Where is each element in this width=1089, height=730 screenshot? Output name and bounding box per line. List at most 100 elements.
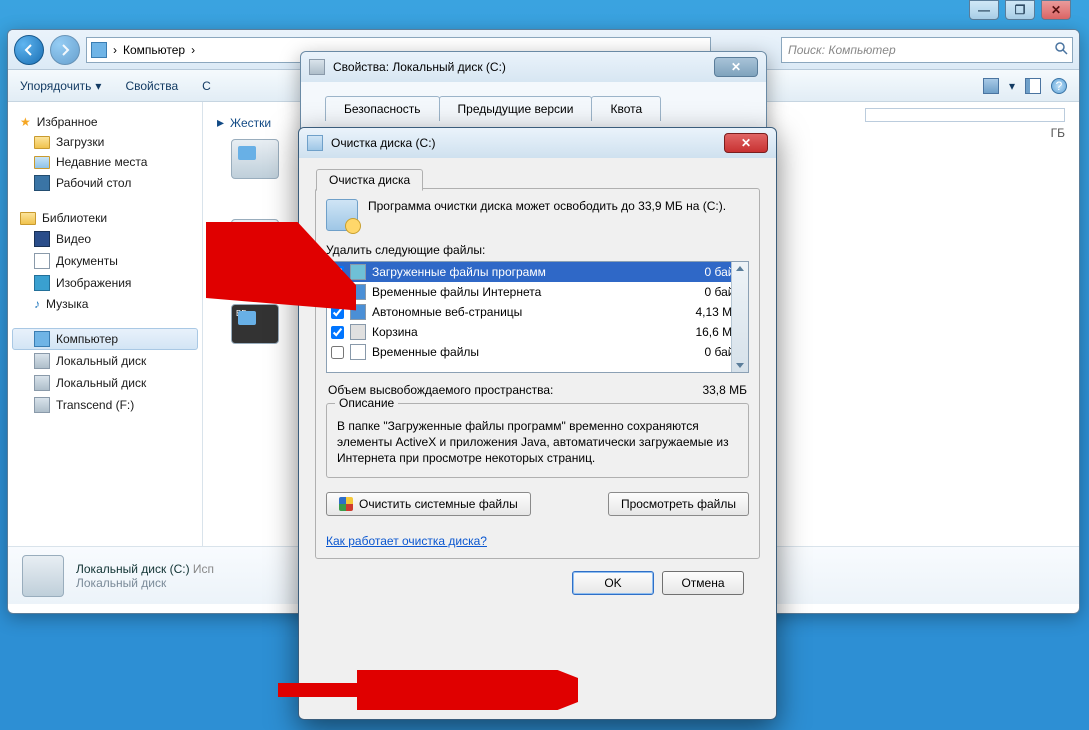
- close-button[interactable]: ✕: [714, 57, 758, 77]
- globe-icon: [350, 304, 366, 320]
- forward-button[interactable]: [50, 35, 80, 65]
- star-icon: ★: [20, 115, 31, 129]
- close-button[interactable]: ✕: [724, 133, 768, 153]
- video-icon: [34, 231, 50, 247]
- sidebar-item-pictures[interactable]: Изображения: [12, 272, 198, 294]
- description-legend: Описание: [335, 396, 398, 410]
- footer-suffix: Исп: [193, 562, 214, 576]
- drive-icon: [231, 219, 279, 259]
- total-value: 33,8 МБ: [702, 383, 747, 397]
- globe-icon: [350, 284, 366, 300]
- capacity-label: ГБ: [1051, 126, 1065, 140]
- shield-icon: [339, 497, 353, 511]
- window-controls: — ❐ ✕: [969, 0, 1071, 20]
- computer-icon: [91, 42, 107, 58]
- tab-security[interactable]: Безопасность: [325, 96, 440, 121]
- drive-icon: [34, 397, 50, 413]
- sidebar-item-local-disk[interactable]: Локальный диск: [12, 372, 198, 394]
- folder-icon: [34, 136, 50, 149]
- chevron-down-icon: ▾: [95, 79, 101, 93]
- total-label: Объем высвобождаемого пространства:: [328, 383, 553, 397]
- cleanup-title: Очистка диска (C:): [331, 136, 436, 150]
- properties-title: Свойства: Локальный диск (C:): [333, 60, 506, 74]
- sidebar-item-recent[interactable]: Недавние места: [12, 152, 198, 172]
- file-icon: [350, 344, 366, 360]
- sidebar-item-desktop[interactable]: Рабочий стол: [12, 172, 198, 194]
- sidebar-item-transcend[interactable]: Transcend (F:): [12, 394, 198, 416]
- drive-icon: [22, 555, 64, 597]
- files-list: Загруженные файлы программ 0 байт Времен…: [326, 261, 749, 373]
- help-link[interactable]: Как работает очистка диска?: [326, 534, 487, 548]
- file-checkbox[interactable]: [331, 286, 344, 299]
- file-row[interactable]: Временные файлы 0 байт: [327, 342, 748, 362]
- desktop-icon: [34, 175, 50, 191]
- bd-drive-icon: BD: [231, 304, 279, 344]
- breadcrumb-sep: ›: [191, 43, 195, 57]
- pictures-icon: [34, 275, 50, 291]
- file-checkbox[interactable]: [331, 346, 344, 359]
- file-name: Автономные веб-страницы: [372, 305, 668, 319]
- sidebar-item-video[interactable]: Видео: [12, 228, 198, 250]
- recycle-bin-icon: [350, 324, 366, 340]
- search-input[interactable]: Поиск: Компьютер: [781, 37, 1073, 63]
- folder-icon: [350, 264, 366, 280]
- properties-window: Свойства: Локальный диск (C:) ✕ Безопасн…: [300, 51, 767, 136]
- footer-subtitle: Локальный диск: [76, 576, 214, 590]
- file-name: Временные файлы Интернета: [372, 285, 668, 299]
- description-box: Описание В папке "Загруженные файлы прог…: [326, 403, 749, 478]
- file-name: Корзина: [372, 325, 668, 339]
- ok-button[interactable]: OK: [572, 571, 654, 595]
- maximize-button[interactable]: ❐: [1005, 0, 1035, 20]
- libraries-icon: [20, 212, 36, 225]
- disk-cleanup-window: Очистка диска (C:) ✕ Очистка диска Прогр…: [298, 127, 777, 720]
- file-row[interactable]: Автономные веб-страницы 4,13 МБ: [327, 302, 748, 322]
- cleanup-info-text: Программа очистки диска может освободить…: [368, 199, 726, 231]
- search-placeholder: Поиск: Компьютер: [788, 43, 896, 57]
- minimize-button[interactable]: —: [969, 0, 999, 20]
- properties-button[interactable]: Свойства: [125, 79, 178, 93]
- drive-icon: [309, 59, 325, 75]
- tab-previous-versions[interactable]: Предыдущие версии: [439, 96, 593, 121]
- preview-pane-icon[interactable]: [1025, 78, 1041, 94]
- file-checkbox[interactable]: [331, 326, 344, 339]
- sidebar-item-music[interactable]: ♪Музыка: [12, 294, 198, 314]
- sidebar-libraries[interactable]: Библиотеки: [12, 208, 198, 228]
- cleanup-icon: [326, 199, 358, 231]
- file-name: Загруженные файлы программ: [372, 265, 668, 279]
- file-row[interactable]: Корзина 16,6 МБ: [327, 322, 748, 342]
- view-files-button[interactable]: Просмотреть файлы: [608, 492, 749, 516]
- back-button[interactable]: [14, 35, 44, 65]
- breadcrumb-sep: ›: [113, 43, 117, 57]
- file-checkbox[interactable]: [331, 266, 344, 279]
- description-text: В папке "Загруженные файлы программ" вре…: [337, 418, 738, 467]
- sidebar-item-local-disk[interactable]: Локальный диск: [12, 350, 198, 372]
- cancel-button[interactable]: Отмена: [662, 571, 744, 595]
- organize-menu[interactable]: Упорядочить ▾: [20, 79, 101, 93]
- view-icon[interactable]: [983, 78, 999, 94]
- tab-cleanup[interactable]: Очистка диска: [316, 169, 423, 191]
- toolbar-more[interactable]: С: [202, 79, 211, 93]
- capacity-bar: [865, 108, 1065, 122]
- footer-title: Локальный диск (C:): [76, 562, 190, 576]
- sidebar-item-documents[interactable]: Документы: [12, 250, 198, 272]
- file-row[interactable]: Временные файлы Интернета 0 байт: [327, 282, 748, 302]
- file-row[interactable]: Загруженные файлы программ 0 байт: [327, 262, 748, 282]
- sidebar-item-computer[interactable]: Компьютер: [12, 328, 198, 350]
- folder-icon: [34, 156, 50, 169]
- clean-system-files-button[interactable]: Очистить системные файлы: [326, 492, 531, 516]
- close-button[interactable]: ✕: [1041, 0, 1071, 20]
- sidebar-favorites[interactable]: ★Избранное: [12, 112, 198, 132]
- drive-icon: [307, 135, 323, 151]
- document-icon: [34, 253, 50, 269]
- sidebar-item-downloads[interactable]: Загрузки: [12, 132, 198, 152]
- file-checkbox[interactable]: [331, 306, 344, 319]
- music-icon: ♪: [34, 297, 40, 311]
- chevron-down-icon[interactable]: ▾: [1009, 79, 1015, 93]
- help-icon[interactable]: ?: [1051, 78, 1067, 94]
- scrollbar[interactable]: [731, 262, 748, 372]
- breadcrumb[interactable]: Компьютер: [123, 43, 185, 57]
- tab-quota[interactable]: Квота: [591, 96, 661, 121]
- drive-icon: [231, 139, 279, 179]
- file-name: Временные файлы: [372, 345, 668, 359]
- computer-icon: [34, 331, 50, 347]
